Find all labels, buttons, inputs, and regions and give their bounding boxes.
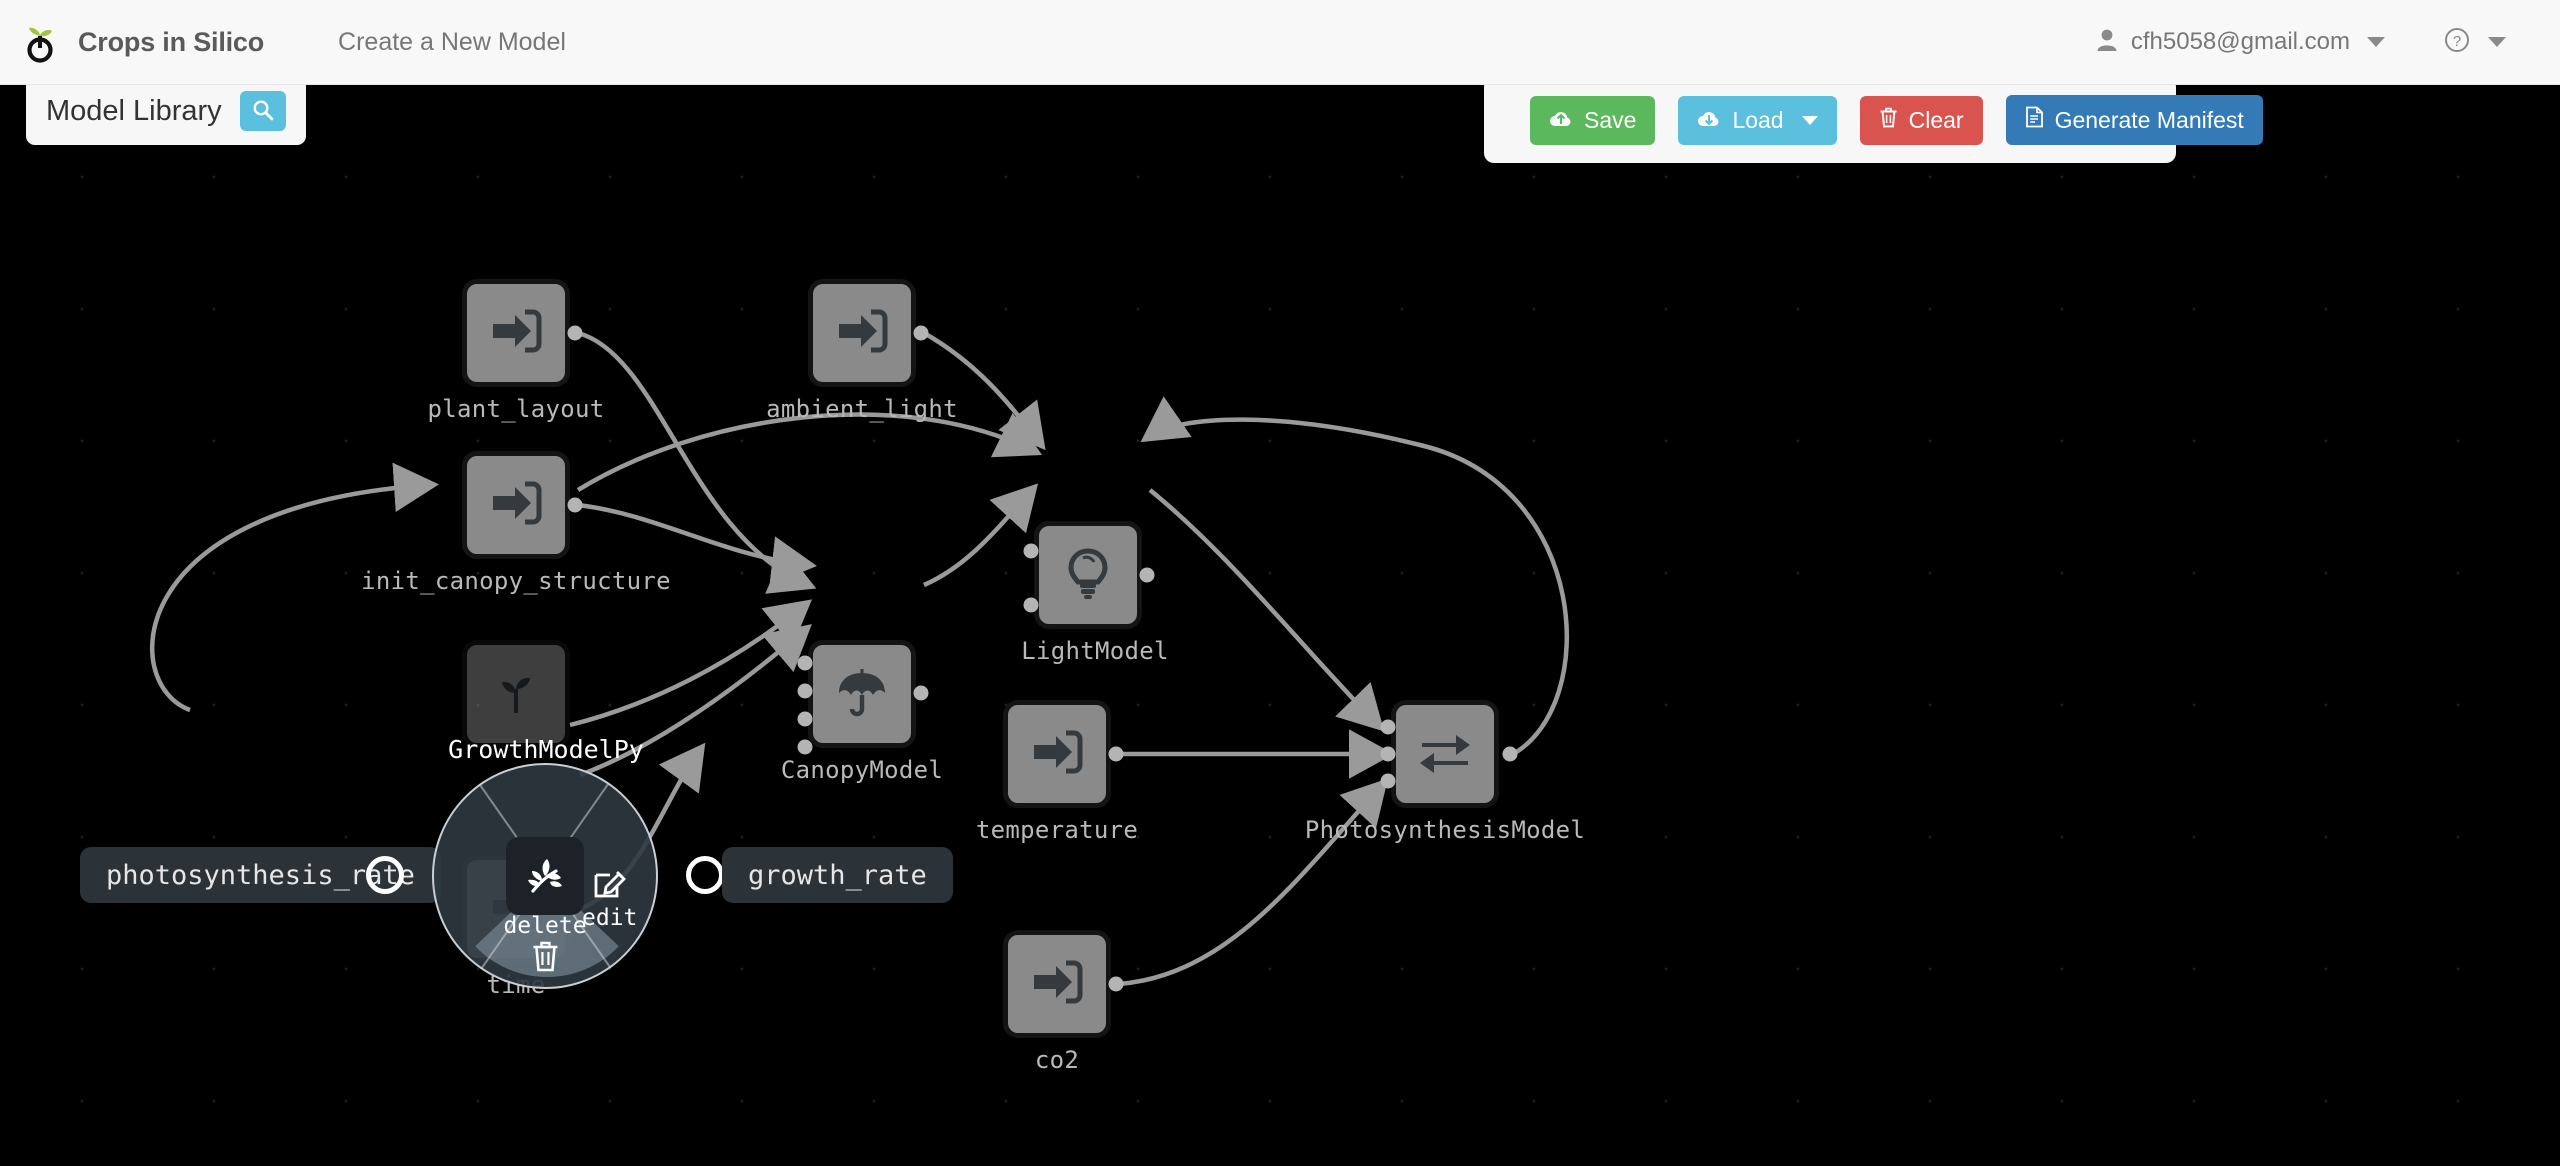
umbrella-icon (833, 663, 891, 726)
radial-context-menu[interactable]: edit delete (432, 763, 658, 989)
node-label: temperature (975, 816, 1139, 844)
node-plant-layout[interactable] (462, 279, 570, 387)
header-right-group: cfh5058@gmail.com ? (2096, 26, 2506, 59)
port-input[interactable] (1023, 543, 1039, 559)
port-output[interactable] (1139, 567, 1155, 583)
io-label-text: growth_rate (748, 859, 927, 891)
model-toolbar: Save Load Clear Generate Manifest (1484, 77, 2263, 163)
chevron-down-icon (2367, 37, 2385, 47)
graph-canvas[interactable]: plant_layout init_canopy_structure ambie… (0, 85, 2560, 1166)
node-label: init_canopy_structure (361, 567, 671, 595)
sign-in-icon (1028, 953, 1086, 1016)
node-label: LightModel (1021, 637, 1169, 665)
port-output[interactable] (913, 685, 929, 701)
user-email-label: cfh5058@gmail.com (2130, 28, 2350, 55)
node-init-canopy-structure[interactable] (462, 451, 570, 559)
seedling-icon (487, 663, 545, 726)
io-label-growth-rate[interactable]: growth_rate (722, 847, 953, 903)
load-button-label: Load (1732, 106, 1784, 133)
port-output[interactable] (913, 325, 929, 341)
cloud-download-icon (1697, 107, 1721, 134)
save-button[interactable]: Save (1530, 95, 1656, 145)
seedling-icon (522, 851, 568, 902)
node-photosynthesis-model[interactable] (1391, 700, 1499, 808)
load-button[interactable]: Load (1678, 95, 1837, 145)
graph-edges (149, 330, 1570, 987)
exchange-icon (1416, 723, 1474, 786)
model-library-panel: Model Library (26, 77, 306, 145)
trash-icon (530, 940, 560, 977)
chevron-down-icon (2488, 37, 2506, 47)
svg-text:?: ? (2453, 33, 2461, 50)
user-icon (2096, 28, 2118, 57)
port-input[interactable] (1380, 773, 1396, 789)
node-canopy-model[interactable] (808, 640, 916, 748)
port-output[interactable] (1108, 746, 1124, 762)
chevron-down-icon (1801, 115, 1818, 125)
node-label: CanopyModel (780, 756, 944, 784)
save-button-label: Save (1584, 106, 1637, 133)
search-button[interactable] (239, 91, 286, 131)
node-label: plant_layout (427, 395, 605, 423)
port-output[interactable] (567, 325, 583, 341)
port-output[interactable] (1502, 746, 1518, 762)
port-output[interactable] (1108, 976, 1124, 992)
node-co2[interactable] (1003, 930, 1111, 1038)
port-input[interactable] (797, 711, 813, 727)
trash-icon (1879, 107, 1898, 134)
sprout-power-logo[interactable] (18, 20, 62, 64)
nav-create-new-model[interactable]: Create a New Model (338, 28, 566, 57)
app-header: Crops in Silico Create a New Model cfh50… (0, 0, 2560, 85)
node-ambient-light[interactable] (808, 279, 916, 387)
edit-pencil-icon (593, 865, 627, 904)
search-icon (252, 99, 274, 124)
sign-in-icon (487, 302, 545, 365)
clear-button-label: Clear (1908, 106, 1964, 133)
port-input[interactable] (797, 739, 813, 755)
io-port-growth-rate[interactable] (686, 856, 724, 894)
radial-item-edit[interactable]: edit (582, 865, 637, 931)
port-input[interactable] (1023, 597, 1039, 613)
generate-manifest-button[interactable]: Generate Manifest (2005, 95, 2263, 145)
help-menu[interactable]: ? (2443, 26, 2506, 59)
document-icon (2025, 106, 2044, 134)
sign-in-icon (1028, 723, 1086, 786)
node-label: ambient_light (766, 395, 958, 423)
radial-center-seedling-button[interactable] (506, 837, 584, 915)
node-growth-model-py[interactable] (462, 640, 570, 748)
brand-title[interactable]: Crops in Silico (78, 27, 264, 58)
node-light-model[interactable] (1034, 521, 1142, 629)
radial-item-label: delete (503, 913, 587, 939)
radial-item-label: edit (582, 905, 638, 931)
question-circle-icon: ? (2443, 26, 2471, 59)
radial-item-delete[interactable]: delete (503, 913, 587, 977)
sign-in-icon (487, 474, 545, 537)
node-label: PhotosynthesisModel (1304, 816, 1586, 844)
model-library-title: Model Library (46, 94, 222, 127)
lightbulb-icon (1059, 544, 1117, 607)
port-input[interactable] (1380, 746, 1396, 762)
clear-button[interactable]: Clear (1859, 95, 1983, 145)
user-menu[interactable]: cfh5058@gmail.com (2096, 28, 2385, 57)
node-label: co2 (1034, 1046, 1080, 1074)
generate-manifest-button-label: Generate Manifest (2054, 106, 2244, 133)
port-input[interactable] (797, 683, 813, 699)
port-input[interactable] (1380, 719, 1396, 735)
node-temperature[interactable] (1003, 700, 1111, 808)
sign-in-icon (833, 302, 891, 365)
cloud-upload-icon (1549, 107, 1573, 134)
io-port-photosynthesis-rate[interactable] (366, 856, 404, 894)
port-input[interactable] (797, 655, 813, 671)
port-output[interactable] (567, 497, 583, 513)
